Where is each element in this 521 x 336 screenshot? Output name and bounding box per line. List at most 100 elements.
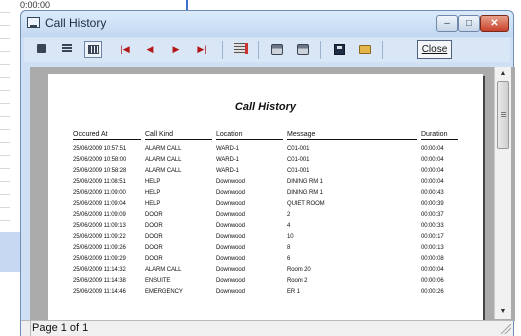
scroll-thumb[interactable]: [497, 81, 509, 149]
cell-call-kind: EMERGENCY: [145, 289, 183, 295]
cell-occured-at: 25/06/2009 10:58:00: [73, 157, 127, 163]
scroll-down-arrow-icon[interactable]: ▼: [495, 305, 511, 319]
cell-location: Downwood: [216, 234, 245, 240]
toolbar-separator: [222, 41, 223, 59]
cell-location: Downwood: [216, 256, 245, 262]
cell-location: Downwood: [216, 245, 245, 251]
cell-duration: 00:00:26: [421, 289, 444, 295]
cell-occured-at: 25/06/2009 11:09:13: [73, 223, 126, 229]
cell-message: DINING RM 1: [287, 190, 323, 196]
cell-duration: 00:00:39: [421, 201, 444, 207]
save-disk-icon: [333, 44, 345, 55]
cell-occured-at: 25/06/2009 10:58:28: [73, 168, 127, 174]
open-button[interactable]: [356, 41, 374, 58]
cell-message: C01-001: [287, 168, 310, 174]
table-row: 25/06/2009 11:09:29 DOOR Downwood 6 00:0…: [48, 256, 483, 267]
cell-occured-at: 25/06/2009 11:14:46: [73, 289, 126, 295]
window-close-button[interactable]: ✕: [480, 15, 509, 32]
cell-message: 4: [287, 223, 291, 229]
resize-grip-icon[interactable]: [501, 324, 511, 334]
cell-occured-at: 25/06/2009 11:14:38: [73, 278, 126, 284]
print-button[interactable]: [294, 41, 312, 58]
cell-location: Downwood: [216, 289, 245, 295]
cell-call-kind: DOOR: [145, 245, 163, 251]
toolbar-separator: [382, 41, 383, 59]
fit-page-icon: [234, 43, 248, 54]
column-header-location: Location: [216, 131, 283, 140]
table-row: 25/06/2009 11:14:38 ENSUITE Downwood Roo…: [48, 278, 483, 289]
print-setup-button[interactable]: [268, 41, 286, 58]
cell-duration: 00:00:04: [421, 157, 444, 163]
table-row: 25/06/2009 11:14:32 ALARM CALL Downwood …: [48, 267, 483, 278]
window-title: Call History: [45, 16, 107, 30]
cell-location: WARD-1: [216, 146, 239, 152]
cell-message: 8: [287, 245, 291, 251]
previous-page-button[interactable]: ◀: [141, 41, 159, 58]
cell-duration: 00:00:17: [421, 234, 444, 240]
table-row: 25/06/2009 11:09:09 DOOR Downwood 2 00:0…: [48, 212, 483, 223]
cell-call-kind: DOOR: [145, 223, 163, 229]
close-button-label: Close: [421, 44, 448, 55]
cell-duration: 00:00:04: [421, 267, 444, 273]
scroll-up-arrow-icon[interactable]: ▲: [495, 67, 511, 81]
table-row: 25/06/2009 10:57:51 ALARM CALL WARD-1 C0…: [48, 146, 483, 157]
maximize-button[interactable]: □: [458, 15, 480, 32]
cell-call-kind: HELP: [145, 201, 161, 207]
column-header-message: Message: [287, 131, 417, 140]
background-panel: [0, 232, 20, 272]
scroll-grip-icon: [501, 112, 506, 117]
thumbnail-view-button[interactable]: [84, 41, 102, 58]
toolbar-separator: [258, 41, 259, 59]
title-bar[interactable]: Call History – □ ✕: [21, 11, 513, 37]
column-header-duration: Duration: [421, 131, 458, 140]
next-page-button[interactable]: ▶: [167, 41, 185, 58]
cell-location: Downwood: [216, 190, 245, 196]
cell-duration: 00:00:33: [421, 223, 444, 229]
table-row: 25/06/2009 11:09:26 DOOR Downwood 8 00:0…: [48, 245, 483, 256]
table-row: 25/06/2009 10:58:28 ALARM CALL WARD-1 C0…: [48, 168, 483, 179]
cell-duration: 00:00:04: [421, 179, 444, 185]
cell-occured-at: 25/06/2009 11:09:22: [73, 234, 126, 240]
table-row: 25/06/2009 11:09:04 HELP Downwood QUIET …: [48, 201, 483, 212]
cell-duration: 00:00:43: [421, 190, 444, 196]
cell-message: C01-001: [287, 146, 310, 152]
cell-location: Downwood: [216, 201, 245, 207]
save-button[interactable]: [330, 41, 348, 58]
first-page-button[interactable]: |◀: [116, 41, 134, 58]
vertical-scrollbar[interactable]: ▲ ▼: [494, 67, 511, 319]
cell-call-kind: ALARM CALL: [145, 168, 182, 174]
cell-location: WARD-1: [216, 157, 239, 163]
page-width-view-button[interactable]: [58, 41, 76, 58]
cell-message: Room 20: [287, 267, 311, 273]
cell-duration: 00:00:37: [421, 212, 444, 218]
last-page-button[interactable]: ▶|: [193, 41, 211, 58]
single-page-view-button[interactable]: [32, 41, 50, 58]
cell-occured-at: 25/06/2009 11:09:09: [73, 212, 126, 218]
call-history-window: Call History – □ ✕ |◀ ◀ ▶ ▶| Close Call …: [20, 10, 515, 336]
cell-duration: 00:00:08: [421, 256, 444, 262]
cell-call-kind: DOOR: [145, 256, 163, 262]
column-header-call-kind: Call Kind: [145, 131, 212, 140]
status-bar: Page 1 of 1: [21, 320, 513, 336]
status-separator: [21, 321, 31, 336]
cell-occured-at: 25/06/2009 11:09:26: [73, 245, 126, 251]
minimize-button[interactable]: –: [436, 15, 458, 32]
close-preview-button[interactable]: Close: [417, 40, 452, 59]
printer-icon: [297, 44, 309, 55]
print-preview-area[interactable]: Call History Occured At Call Kind Locati…: [30, 67, 515, 321]
toolbar-separator: [320, 41, 321, 59]
thumbnail-icon: [87, 45, 99, 54]
cell-occured-at: 25/06/2009 11:09:00: [73, 190, 126, 196]
cell-message: 10: [287, 234, 294, 240]
single-page-icon: [36, 44, 46, 53]
cell-duration: 00:00:04: [421, 146, 444, 152]
cell-call-kind: DOOR: [145, 234, 163, 240]
cell-call-kind: ALARM CALL: [145, 146, 182, 152]
cell-occured-at: 25/06/2009 11:08:51: [73, 179, 126, 185]
fit-page-button[interactable]: [232, 41, 250, 58]
cell-duration: 00:00:13: [421, 245, 444, 251]
cell-message: QUIET ROOM: [287, 201, 325, 207]
table-row: 25/06/2009 11:09:00 HELP Downwood DINING…: [48, 190, 483, 201]
cell-location: Downwood: [216, 267, 245, 273]
cell-message: 6: [287, 256, 291, 262]
